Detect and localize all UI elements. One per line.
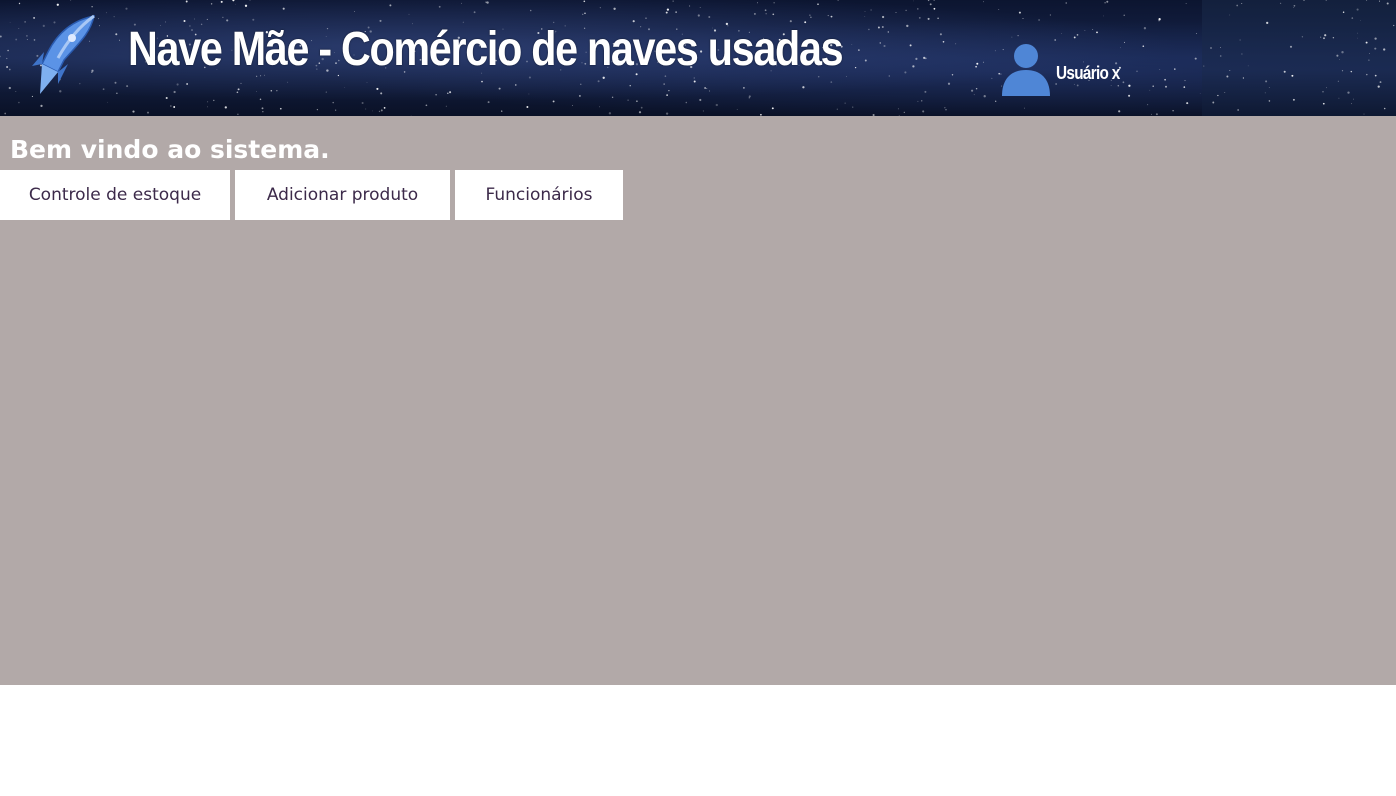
user-menu[interactable]: Usuário x	[998, 40, 1131, 96]
rocket-icon	[32, 14, 95, 94]
employees-button[interactable]: Funcionários	[455, 170, 623, 220]
add-product-button[interactable]: Adicionar produto	[235, 170, 450, 220]
main-content: Bem vindo ao sistema. Controle de estoqu…	[0, 116, 1396, 685]
user-name: Usuário x	[1056, 63, 1120, 83]
welcome-message: Bem vindo ao sistema.	[10, 135, 330, 164]
header-banner: Nave Mãe - Comércio de naves usadas Usuá…	[0, 0, 1396, 116]
app-title: Nave Mãe - Comércio de naves usadas	[128, 23, 844, 76]
stock-control-button[interactable]: Controle de estoque	[0, 170, 230, 220]
user-avatar-icon	[1002, 44, 1050, 96]
